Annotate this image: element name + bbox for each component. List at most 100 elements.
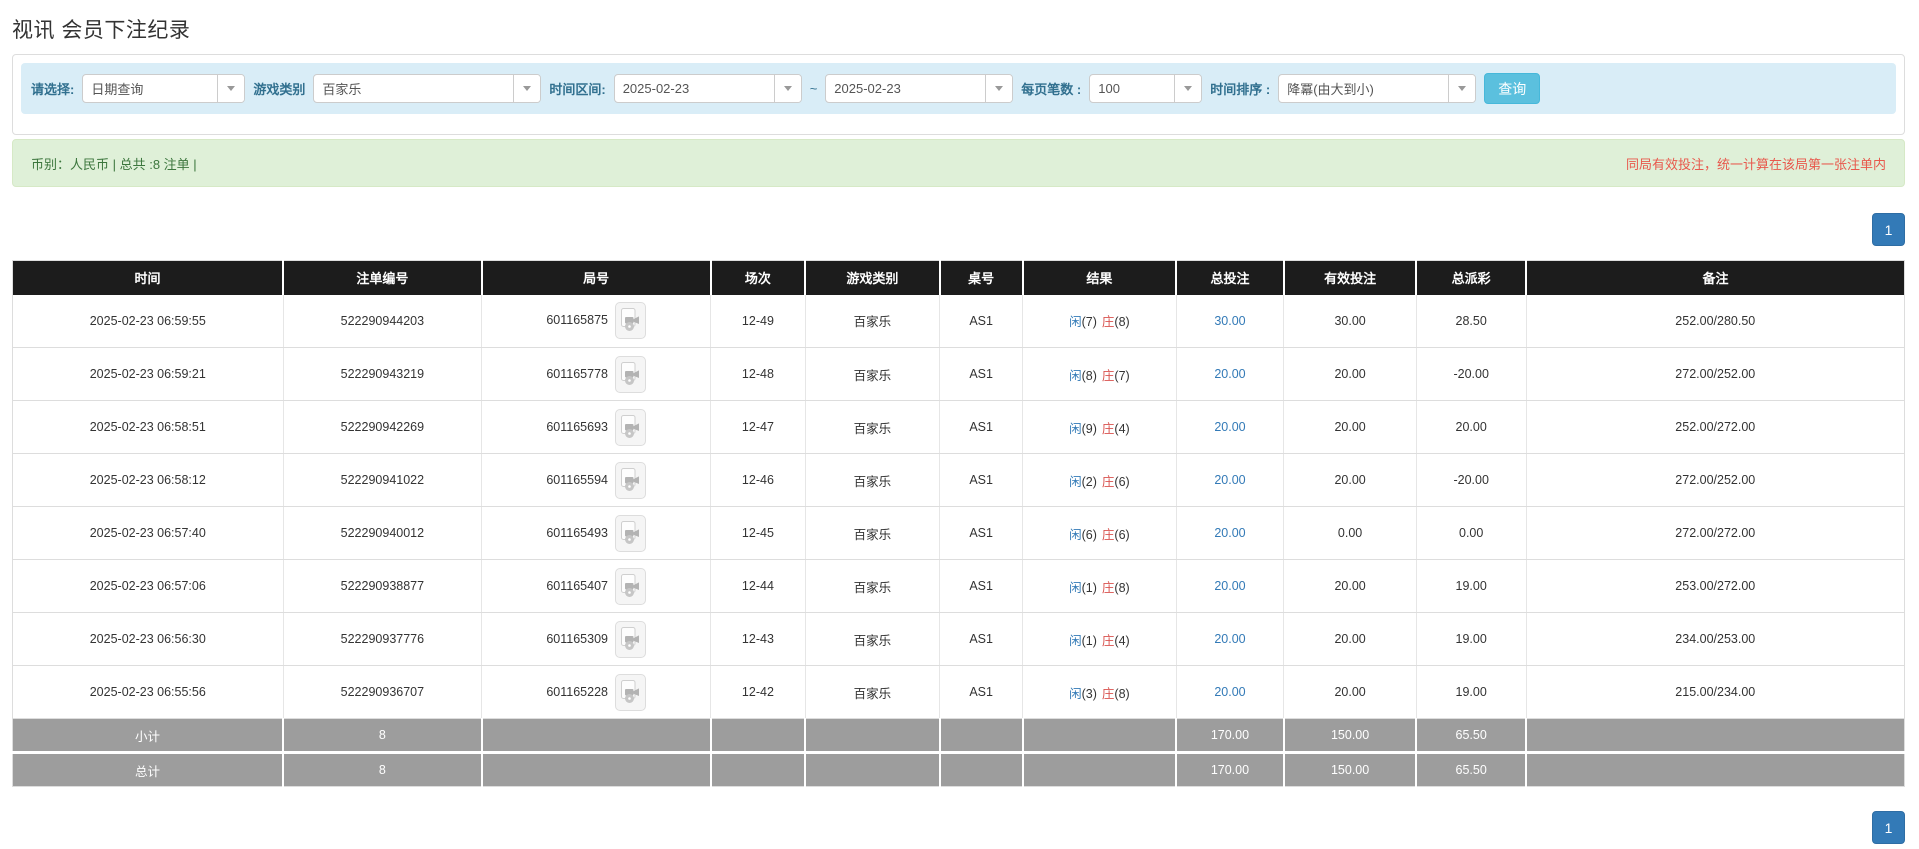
cell-remark: 252.00/280.50 (1526, 294, 1905, 348)
video-replay-icon (620, 573, 639, 597)
grand-total-payout: 65.50 (1416, 751, 1528, 787)
video-replay-icon (620, 520, 639, 544)
total-bet-link[interactable]: 30.00 (1214, 314, 1245, 328)
per-page-select[interactable]: 100 (1089, 74, 1203, 103)
total-bet-link[interactable]: 20.00 (1214, 579, 1245, 593)
search-button[interactable]: 查询 (1484, 73, 1541, 104)
result-player-points: (9) (1081, 421, 1097, 436)
result-player: 闲 (1069, 580, 1082, 595)
result-player-points: (2) (1081, 474, 1097, 489)
total-bet-link[interactable]: 20.00 (1214, 632, 1245, 646)
cell-total-bet: 20.00 (1176, 612, 1285, 666)
chevron-down-icon[interactable] (1174, 75, 1202, 102)
cell-round: 601165875 (481, 294, 712, 348)
cell-table-no: AS1 (939, 400, 1024, 454)
result-banker: 庄 (1101, 315, 1115, 330)
round-id: 601165309 (546, 631, 608, 646)
empty-cell (805, 718, 941, 753)
cell-valid-bet: 30.00 (1283, 294, 1417, 348)
cell-valid-bet: 20.00 (1283, 559, 1417, 613)
cell-round: 601165693 (481, 400, 712, 454)
chevron-down-icon[interactable] (773, 75, 801, 102)
result-banker: 庄 (1101, 633, 1115, 648)
video-replay-button[interactable] (614, 620, 646, 658)
chevron-down-glyph (1458, 86, 1467, 91)
range-separator: ~ (809, 81, 818, 96)
date-from-value: 2025-02-23 (622, 81, 690, 96)
empty-cell (710, 751, 807, 787)
video-replay-button[interactable] (614, 514, 646, 552)
col-total-bet: 总投注 (1176, 260, 1285, 295)
col-game-type: 游戏类别 (805, 260, 941, 295)
cell-valid-bet: 0.00 (1283, 506, 1417, 560)
cell-game: 百家乐 (805, 453, 941, 507)
cell-game: 百家乐 (805, 665, 941, 719)
grand-total-count: 8 (283, 751, 483, 787)
result-banker: 庄 (1101, 527, 1115, 542)
cell-result: 闲(6) 庄(6) (1022, 506, 1177, 560)
empty-cell (1022, 718, 1178, 753)
table-header: 时间 注单编号 局号 场次 游戏类别 桌号 结果 总投注 有效投注 总派彩 备注 (12, 260, 1905, 295)
total-bet-link[interactable]: 20.00 (1214, 526, 1245, 540)
cell-valid-bet: 20.00 (1283, 453, 1417, 507)
cell-time: 2025-02-23 06:55:56 (12, 665, 284, 719)
video-replay-icon (620, 308, 639, 332)
sort-order-select[interactable]: 降冪(由大到小) (1278, 74, 1477, 103)
grand-total-valid-bet: 150.00 (1283, 751, 1418, 787)
cell-table-no: AS1 (939, 453, 1024, 507)
query-type-value: 日期查询 (91, 82, 144, 97)
cell-time: 2025-02-23 06:57:06 (12, 559, 284, 613)
cell-remark: 272.00/272.00 (1526, 506, 1905, 560)
subtotal-row: 小计 8 170.00 150.00 65.50 (12, 718, 1905, 753)
grand-total-label: 总计 (12, 751, 285, 787)
empty-cell (481, 718, 712, 753)
result-banker-points: (6) (1114, 527, 1130, 542)
result-player: 闲 (1069, 527, 1082, 542)
total-bet-link[interactable]: 20.00 (1214, 420, 1245, 434)
video-replay-icon (620, 467, 639, 491)
result-player: 闲 (1069, 633, 1082, 648)
chevron-down-icon[interactable] (985, 75, 1013, 102)
cell-session: 12-42 (710, 665, 806, 719)
date-from-select[interactable]: 2025-02-23 (613, 74, 802, 103)
chevron-down-icon[interactable] (513, 75, 541, 102)
result-banker-points: (8) (1114, 315, 1130, 330)
result-banker: 庄 (1101, 474, 1115, 489)
query-type-select[interactable]: 日期查询 (82, 74, 246, 103)
col-time: 时间 (12, 260, 285, 295)
video-replay-button[interactable] (614, 673, 646, 711)
cell-valid-bet: 20.00 (1283, 665, 1417, 719)
video-replay-icon (620, 361, 639, 385)
filter-bar: 请选择: 日期查询 游戏类别 百家乐 时间区间: 2025-02-23 ~ 20… (21, 63, 1896, 114)
per-page-label: 每页笔数 : (1021, 82, 1082, 97)
video-replay-button[interactable] (614, 355, 646, 393)
chevron-down-icon[interactable] (1448, 75, 1476, 102)
cell-round: 601165228 (481, 665, 712, 719)
cell-bet-id: 522290944203 (283, 294, 483, 348)
video-replay-button[interactable] (614, 461, 646, 499)
page-title: 视讯 会员下注纪录 (12, 19, 191, 42)
total-bet-link[interactable]: 20.00 (1214, 473, 1245, 487)
cell-payout: 20.00 (1416, 400, 1527, 454)
page-1-button[interactable]: 1 (1872, 213, 1905, 246)
date-to-select[interactable]: 2025-02-23 (825, 74, 1014, 103)
cell-payout: -20.00 (1416, 453, 1527, 507)
video-replay-button[interactable] (614, 302, 646, 340)
page-1-button[interactable]: 1 (1872, 811, 1905, 844)
cell-round: 601165407 (481, 559, 712, 613)
video-replay-button[interactable] (614, 567, 646, 605)
cell-payout: 19.00 (1416, 612, 1527, 666)
chevron-down-icon[interactable] (217, 75, 245, 102)
game-type-select[interactable]: 百家乐 (313, 74, 542, 103)
cell-payout: 19.00 (1416, 665, 1527, 719)
empty-cell (710, 718, 807, 753)
cell-payout: 0.00 (1416, 506, 1527, 560)
cell-bet-id: 522290936707 (283, 665, 483, 719)
round-id: 601165228 (546, 684, 608, 699)
round-id: 601165407 (546, 578, 608, 593)
round-id: 601165493 (546, 525, 608, 540)
total-bet-link[interactable]: 20.00 (1214, 685, 1245, 699)
col-session: 场次 (710, 260, 807, 295)
video-replay-button[interactable] (614, 408, 646, 446)
total-bet-link[interactable]: 20.00 (1214, 367, 1245, 381)
